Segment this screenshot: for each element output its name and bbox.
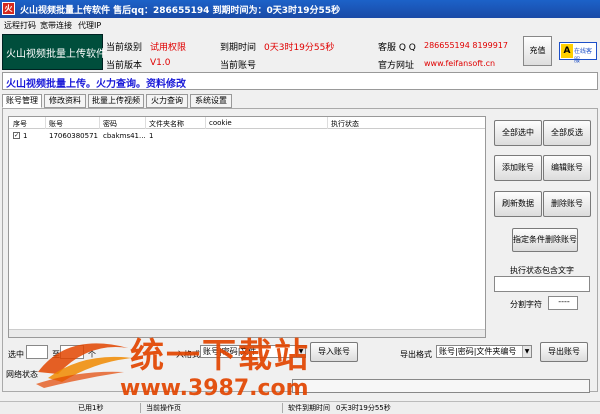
software-expire-value: 0天3时19分55秒 [336,404,391,412]
edit-account-button[interactable]: 编辑账号 [543,155,591,181]
table-row[interactable]: ✓ 1 17060380571 cbakms41... 1 [9,130,485,142]
account-table[interactable]: 序号 账号 密码 文件夹名称 cookie 执行状态 ✓ 1 170603805… [8,116,486,338]
table-header: 序号 账号 密码 文件夹名称 cookie 执行状态 [9,117,485,129]
cell-folder: 1 [149,132,154,140]
watermark: 统一下载站 www.3987.com [0,316,340,414]
level-value: 试用权限 [150,43,187,53]
menu-item-proxy[interactable]: 代理IP [78,20,101,31]
app-icon: 火 [2,2,15,15]
recharge-button[interactable]: 充值 [523,36,552,66]
cell-index: 1 [23,132,28,140]
col-folder[interactable]: 文件夹名称 [149,119,184,129]
export-format-select[interactable]: 账号|密码|文件夹编号 ▼ [436,345,532,358]
support-logo-text: 在线客服 [574,48,593,64]
tab-edit-profile[interactable]: 修改资料 [44,94,86,108]
tab-batch-upload[interactable]: 批量上传视频 [88,94,144,108]
separator-label: 分割字符 [510,300,542,309]
menu-bar: 远程打码 宽带连接 代理IP [0,18,600,32]
app-logo: 火山视频批量上传软件 [2,34,106,70]
col-index[interactable]: 序号 [13,119,27,129]
version-value: V1.0 [150,58,171,68]
support-label: 客服 Q Q [378,43,416,53]
slogan-banner: 火山视频批量上传。火力查询。资料修改 [2,72,598,90]
cell-password: cbakms41... [103,132,146,140]
delete-by-condition-button[interactable]: 指定条件删除账号 [512,228,578,252]
export-format-label: 导出格式 [400,350,432,359]
level-label: 当前级别 [106,43,143,53]
col-status[interactable]: 执行状态 [331,119,359,129]
tab-system-settings[interactable]: 系统设置 [190,94,232,108]
row-checkbox[interactable]: ✓ [13,132,20,139]
tab-account-management[interactable]: 账号管理 [2,94,42,108]
refresh-data-button[interactable]: 刷新数据 [494,191,542,217]
watermark-text: 统一下载站 [130,336,310,376]
expire-value: 0天3时19分55秒 [264,43,335,53]
menu-item-broadband[interactable]: 宽带连接 [40,20,72,31]
chevron-down-icon: ▼ [522,346,531,357]
title-bar: 火 火山视频批量上传软件 售后qq：286655194 到期时间为：0天3时19… [0,0,600,18]
menu-item-remote-captcha[interactable]: 远程打码 [4,20,36,31]
online-support-logo[interactable]: A 在线客服 [559,42,597,64]
cell-account: 17060380571 [49,132,98,140]
support-logo-mark: A [561,44,573,58]
logo-text: 火山视频批量上传软件 [6,49,106,60]
status-filter-input[interactable] [494,276,590,292]
site-value[interactable]: www.feifansoft.cn [424,59,495,68]
separator-input[interactable]: ---- [548,296,578,310]
slogan-text: 火山视频批量上传。火力查询。资料修改 [6,79,186,90]
select-all-button[interactable]: 全部选中 [494,120,542,146]
watermark-url: www.3987.com [120,376,309,401]
site-label: 官方网址 [378,61,415,71]
delete-account-button[interactable]: 删除账号 [543,191,591,217]
account-label: 当前账号 [220,61,257,71]
support-value: 286655194 8199917 [424,41,508,50]
export-format-value: 账号|密码|文件夹编号 [439,347,517,356]
col-account[interactable]: 账号 [49,119,63,129]
invert-selection-button[interactable]: 全部反选 [543,120,591,146]
export-account-button[interactable]: 导出账号 [540,342,588,362]
col-password[interactable]: 密码 [103,119,117,129]
add-account-button[interactable]: 添加账号 [494,155,542,181]
col-cookie[interactable]: cookie [209,119,232,127]
window-title: 火山视频批量上传软件 售后qq：286655194 到期时间为：0天3时19分5… [20,6,341,16]
tab-fire-query[interactable]: 火力查询 [146,94,188,108]
version-label: 当前版本 [106,61,143,71]
status-filter-label: 执行状态包含文字 [510,266,574,275]
expire-label: 到期时间 [220,43,257,53]
